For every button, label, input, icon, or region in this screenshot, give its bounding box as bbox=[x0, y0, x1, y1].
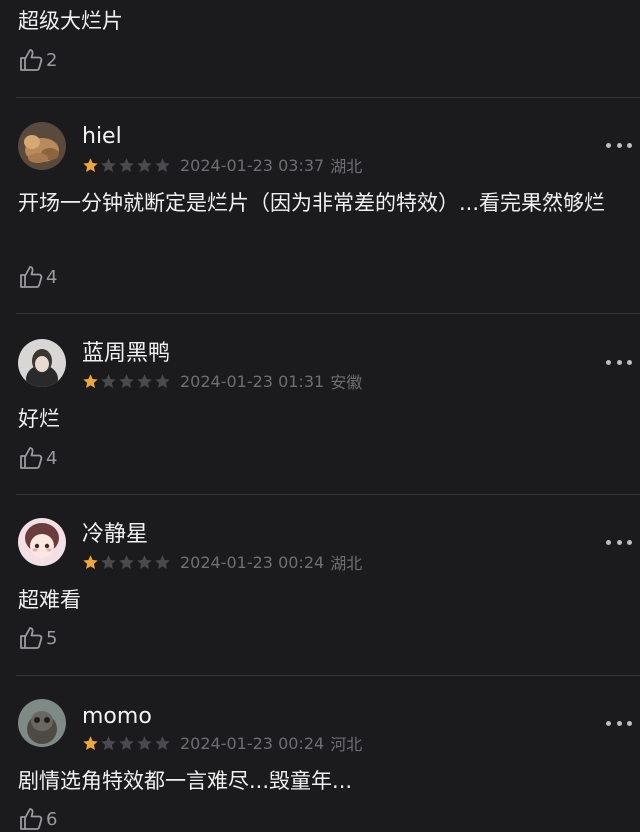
star-empty-icon bbox=[119, 735, 134, 750]
review-item: momo 2024-01-23 00:24 河北 剧情选角特效都一言难尽...毁… bbox=[0, 676, 640, 830]
star-empty-icon bbox=[137, 554, 152, 569]
more-options-button[interactable] bbox=[606, 537, 632, 547]
thumbs-up-icon bbox=[20, 808, 43, 830]
like-button[interactable]: 2 bbox=[18, 47, 57, 73]
star-empty-icon bbox=[101, 373, 116, 388]
like-count: 4 bbox=[46, 447, 58, 469]
review-item: hiel 2024-01-23 03:37 湖北 开场一分钟就断定是烂片（因为非… bbox=[0, 98, 640, 314]
star-empty-icon bbox=[119, 373, 134, 388]
review-item: 蓝周黑鸭 2024-01-23 01:31 安徽 好烂 4 bbox=[0, 314, 640, 494]
thumbs-up-icon bbox=[20, 266, 43, 288]
like-button[interactable]: 5 bbox=[18, 625, 57, 651]
review-date: 2024-01-23 00:24 bbox=[180, 552, 325, 572]
username[interactable]: 冷静星 bbox=[82, 522, 148, 548]
like-button[interactable]: 4 bbox=[18, 264, 57, 290]
review-date: 2024-01-23 01:31 bbox=[180, 371, 325, 391]
review-location: 安徽 bbox=[330, 373, 363, 392]
review-content: 开场一分钟就断定是烂片（因为非常差的特效）...看完果然够烂 bbox=[18, 191, 606, 215]
star-empty-icon bbox=[155, 735, 170, 750]
review-location: 湖北 bbox=[330, 554, 363, 573]
review-item-top: 超级大烂片 2 bbox=[0, 0, 640, 96]
like-count: 2 bbox=[46, 49, 58, 71]
username[interactable]: momo bbox=[82, 704, 152, 730]
thumbs-up-icon bbox=[20, 627, 43, 649]
star-filled-icon bbox=[83, 157, 98, 172]
star-filled-icon bbox=[83, 554, 98, 569]
like-count: 5 bbox=[46, 627, 58, 649]
avatar[interactable] bbox=[18, 122, 66, 170]
star-empty-icon bbox=[137, 157, 152, 172]
review-content: 剧情选角特效都一言难尽...毁童年... bbox=[18, 769, 353, 793]
like-count: 6 bbox=[46, 808, 58, 830]
rating-stars bbox=[82, 554, 172, 571]
star-empty-icon bbox=[101, 735, 116, 750]
review-location: 湖北 bbox=[330, 157, 363, 176]
more-options-button[interactable] bbox=[606, 140, 632, 150]
username[interactable]: 蓝周黑鸭 bbox=[82, 341, 170, 367]
review-list: 超级大烂片 2 hiel 2024-01-23 03:37 湖北 开场一分钟就断… bbox=[0, 0, 640, 830]
star-empty-icon bbox=[137, 373, 152, 388]
star-empty-icon bbox=[155, 554, 170, 569]
rating-stars bbox=[82, 373, 172, 390]
review-location: 河北 bbox=[330, 735, 363, 754]
avatar[interactable] bbox=[18, 339, 66, 387]
more-options-button[interactable] bbox=[606, 718, 632, 728]
review-content: 好烂 bbox=[18, 407, 60, 431]
star-empty-icon bbox=[119, 157, 134, 172]
like-count: 4 bbox=[46, 266, 58, 288]
rating-stars bbox=[82, 735, 172, 752]
thumbs-up-icon bbox=[20, 49, 43, 71]
thumbs-up-icon bbox=[20, 447, 43, 469]
review-content: 超难看 bbox=[18, 588, 81, 612]
review-date: 2024-01-23 00:24 bbox=[180, 733, 325, 753]
star-empty-icon bbox=[155, 157, 170, 172]
review-meta: 2024-01-23 00:24 湖北 bbox=[82, 552, 363, 573]
star-empty-icon bbox=[119, 554, 134, 569]
rating-stars bbox=[82, 157, 172, 174]
like-button[interactable]: 4 bbox=[18, 445, 57, 471]
review-meta: 2024-01-23 00:24 河北 bbox=[82, 733, 363, 754]
star-filled-icon bbox=[83, 373, 98, 388]
review-meta: 2024-01-23 03:37 湖北 bbox=[82, 155, 363, 176]
username[interactable]: hiel bbox=[82, 124, 122, 150]
review-meta: 2024-01-23 01:31 安徽 bbox=[82, 371, 363, 392]
star-empty-icon bbox=[155, 373, 170, 388]
review-item: 冷静星 2024-01-23 00:24 湖北 超难看 5 bbox=[0, 495, 640, 675]
avatar[interactable] bbox=[18, 699, 66, 747]
star-empty-icon bbox=[101, 554, 116, 569]
like-button[interactable]: 6 bbox=[18, 806, 57, 832]
avatar[interactable] bbox=[18, 518, 66, 566]
star-empty-icon bbox=[101, 157, 116, 172]
star-empty-icon bbox=[137, 735, 152, 750]
star-filled-icon bbox=[83, 735, 98, 750]
more-options-button[interactable] bbox=[606, 357, 632, 367]
review-content: 超级大烂片 bbox=[18, 9, 123, 33]
review-date: 2024-01-23 03:37 bbox=[180, 155, 325, 175]
